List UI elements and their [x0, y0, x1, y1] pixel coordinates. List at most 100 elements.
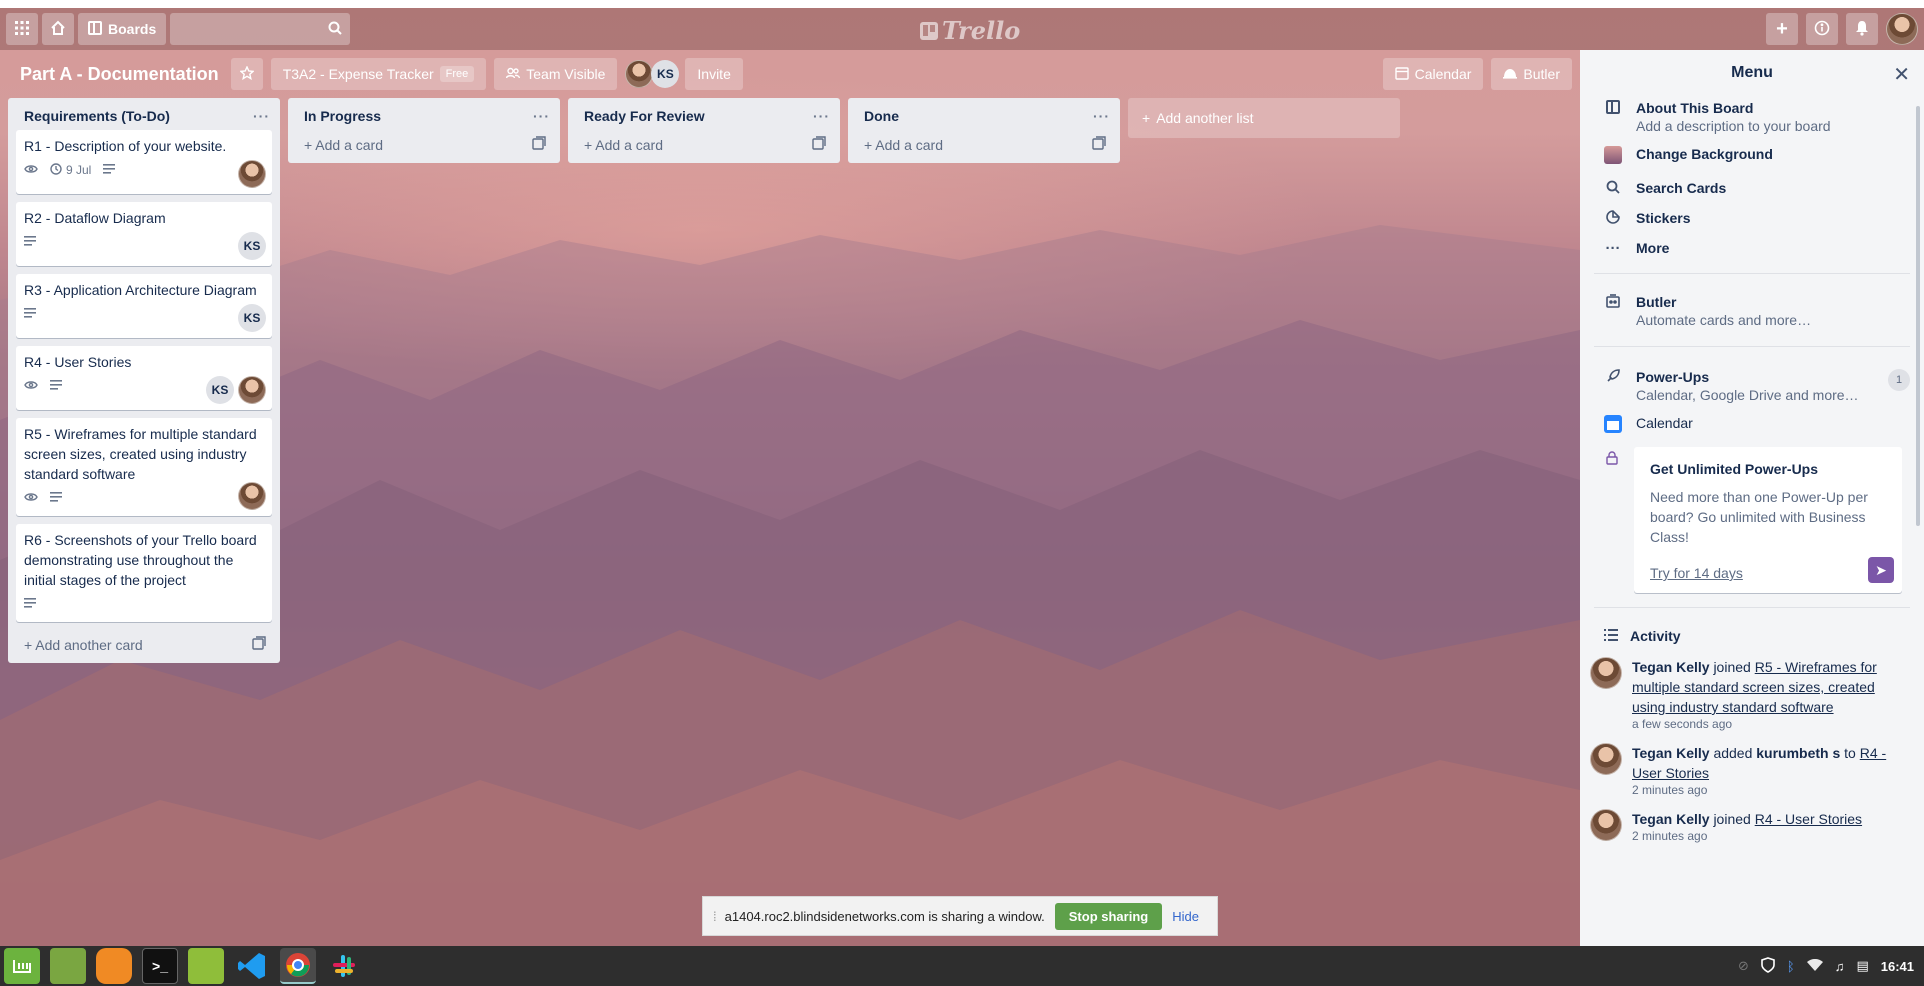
board-title[interactable]: Part A - Documentation	[8, 64, 231, 85]
menu-stickers[interactable]: Stickers	[1580, 204, 1924, 234]
chrome-icon[interactable]	[280, 948, 316, 984]
volume-icon[interactable]: ♫	[1835, 959, 1845, 974]
butler-button[interactable]: Butler	[1491, 58, 1572, 90]
activity-object[interactable]: kurumbeth s	[1756, 745, 1840, 761]
calendar-button[interactable]: Calendar	[1382, 58, 1484, 90]
activity-avatar[interactable]	[1590, 657, 1622, 689]
create-button[interactable]: +	[1766, 13, 1798, 45]
card-template-icon[interactable]	[252, 636, 266, 653]
activity-user[interactable]: Tegan Kelly	[1632, 659, 1710, 675]
activity-avatar[interactable]	[1590, 809, 1622, 841]
network-off-icon[interactable]: ⊘	[1738, 958, 1749, 974]
card-template-icon[interactable]	[812, 136, 826, 153]
slack-icon[interactable]	[326, 948, 362, 984]
mint-menu-icon[interactable]	[4, 948, 40, 984]
home-button[interactable]	[42, 13, 74, 45]
trello-logo-icon	[920, 21, 938, 40]
member-avatar[interactable]	[238, 160, 266, 188]
notifications-button[interactable]	[1846, 13, 1878, 45]
member-ks-avatar[interactable]: KS	[238, 304, 266, 332]
try-link[interactable]: Try for 14 days	[1650, 565, 1886, 581]
team-visible-icon	[506, 66, 521, 82]
board-members: KS	[625, 60, 680, 88]
card-r3[interactable]: R3 - Application Architecture Diagram KS	[16, 274, 272, 338]
search-input[interactable]	[170, 13, 351, 45]
star-button[interactable]	[230, 58, 263, 90]
menu-power-ups[interactable]: Power-Ups Calendar, Google Drive and mor…	[1580, 363, 1924, 409]
team-button[interactable]: T3A2 - Expense Tracker Free	[270, 58, 487, 90]
add-card-button[interactable]: + Add a card	[288, 130, 560, 163]
menu-change-background[interactable]: Change Background	[1580, 140, 1924, 174]
list-header[interactable]: Ready For Review ···	[568, 98, 840, 130]
activity-avatar[interactable]	[1590, 743, 1622, 775]
activity-user[interactable]: Tegan Kelly	[1632, 811, 1710, 827]
activity-target-link[interactable]: R4 - User Stories	[1755, 811, 1862, 827]
board-menu: Menu ✕ About This Board Add a descriptio…	[1580, 50, 1924, 946]
close-icon[interactable]: ✕	[1893, 62, 1910, 87]
list-menu-icon[interactable]: ···	[1093, 108, 1110, 124]
list-header[interactable]: Done ···	[848, 98, 1120, 130]
add-list-button[interactable]: + Add another list	[1128, 98, 1400, 138]
hide-button[interactable]: Hide	[1172, 909, 1199, 924]
member-ks-avatar[interactable]: KS	[206, 376, 234, 404]
invite-button[interactable]: Invite	[685, 58, 743, 90]
info-button[interactable]	[1806, 13, 1838, 45]
firefox-icon[interactable]	[96, 948, 132, 984]
terminal-icon[interactable]: >_	[142, 948, 178, 984]
clock[interactable]: 16:41	[1881, 959, 1914, 974]
menu-about-board[interactable]: About This Board Add a description to yo…	[1580, 96, 1924, 140]
activity-time[interactable]: a few seconds ago	[1632, 717, 1910, 731]
description-icon	[50, 491, 62, 505]
add-card-button[interactable]: + Add another card	[8, 630, 280, 663]
member-avatar[interactable]	[238, 482, 266, 510]
visibility-button[interactable]: Team Visible	[494, 58, 618, 90]
menu-more[interactable]: ··· More	[1580, 234, 1924, 263]
list-header[interactable]: In Progress ···	[288, 98, 560, 130]
wifi-icon[interactable]	[1806, 958, 1823, 974]
show-desktop-icon[interactable]	[50, 948, 86, 984]
activity-user[interactable]: Tegan Kelly	[1632, 745, 1710, 761]
card-r5[interactable]: R5 - Wireframes for multiple standard sc…	[16, 418, 272, 516]
card-r4[interactable]: R4 - User Stories KS	[16, 346, 272, 410]
list-menu-icon[interactable]: ···	[813, 108, 830, 124]
list-title[interactable]: In Progress	[304, 108, 381, 124]
add-card-button[interactable]: + Add a card	[568, 130, 840, 163]
list-header[interactable]: Requirements (To-Do) ···	[8, 98, 280, 130]
user-avatar[interactable]	[1886, 13, 1918, 45]
member-ks-avatar[interactable]: KS	[238, 232, 266, 260]
list-title[interactable]: Ready For Review	[584, 108, 705, 124]
card-members	[238, 482, 266, 510]
bluetooth-icon[interactable]: ᛒ	[1787, 959, 1795, 974]
member-ks-avatar[interactable]: KS	[651, 60, 680, 88]
send-icon[interactable]: ➤	[1868, 557, 1894, 583]
list-menu-icon[interactable]: ···	[533, 108, 550, 124]
vscode-icon[interactable]	[234, 948, 270, 984]
search-icon	[1604, 180, 1622, 198]
stop-sharing-button[interactable]: Stop sharing	[1054, 902, 1163, 930]
member-avatar[interactable]	[625, 60, 654, 88]
list-menu-icon[interactable]: ···	[253, 108, 270, 124]
drag-handle-icon[interactable]: ⁞	[713, 909, 717, 924]
card-r2[interactable]: R2 - Dataflow Diagram KS	[16, 202, 272, 266]
add-card-button[interactable]: + Add a card	[848, 130, 1120, 163]
activity-time[interactable]: 2 minutes ago	[1632, 829, 1862, 843]
list-title[interactable]: Done	[864, 108, 899, 124]
list-title[interactable]: Requirements (To-Do)	[24, 108, 170, 124]
menu-calendar-powerup[interactable]: Calendar	[1580, 409, 1924, 443]
activity-time[interactable]: 2 minutes ago	[1632, 783, 1910, 797]
activity-icon	[1602, 628, 1620, 645]
more-icon: ···	[1605, 240, 1621, 257]
menu-search-cards[interactable]: Search Cards	[1580, 174, 1924, 204]
clipboard-icon[interactable]: ▤	[1856, 958, 1868, 974]
card-r1[interactable]: R1 - Description of your website. 9 Jul	[16, 130, 272, 194]
apps-button[interactable]	[6, 13, 38, 45]
boards-button[interactable]: Boards	[78, 13, 167, 45]
files-icon[interactable]	[188, 948, 224, 984]
card-template-icon[interactable]	[532, 136, 546, 153]
card-r6[interactable]: R6 - Screenshots of your Trello board de…	[16, 524, 272, 622]
card-template-icon[interactable]	[1092, 136, 1106, 153]
shield-icon[interactable]	[1761, 956, 1775, 976]
menu-butler[interactable]: Butler Automate cards and more…	[1580, 288, 1924, 334]
member-avatar[interactable]	[238, 376, 266, 404]
trello-logo[interactable]: Trello	[920, 16, 1020, 45]
